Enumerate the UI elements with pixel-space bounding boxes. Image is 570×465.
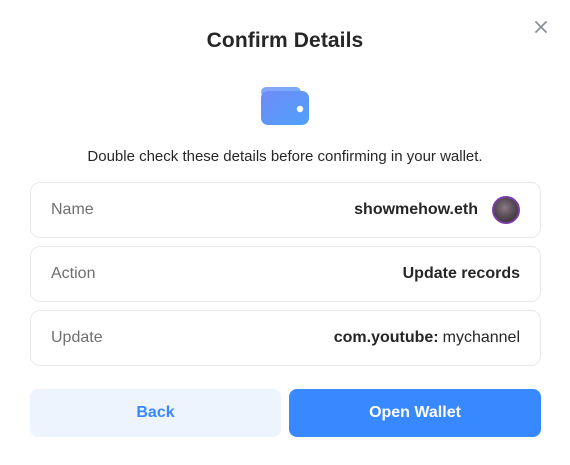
name-value-group: showmehow.eth [354, 196, 520, 224]
update-label: Update [51, 329, 103, 346]
action-value: Update records [402, 265, 520, 282]
update-key: com.youtube: [333, 329, 439, 346]
dialog-subtitle: Double check these details before confir… [87, 148, 483, 165]
action-label: Action [51, 265, 96, 282]
detail-row-action: Action Update records [30, 246, 541, 302]
dialog-title: Confirm Details [206, 29, 364, 52]
avatar [492, 196, 520, 224]
confirm-details-dialog: Confirm Details Double check these detai… [0, 0, 570, 465]
name-value: showmehow.eth [354, 201, 478, 218]
name-label: Name [51, 201, 94, 218]
open-wallet-button[interactable]: Open Wallet [289, 389, 541, 437]
back-button[interactable]: Back [30, 389, 281, 437]
wallet-icon [261, 87, 309, 125]
update-value-group: com.youtube: mychannel [334, 329, 520, 347]
detail-row-update: Update com.youtube: mychannel [30, 310, 541, 366]
detail-row-name: Name showmehow.eth [30, 182, 541, 238]
update-value: mychannel [442, 329, 520, 346]
